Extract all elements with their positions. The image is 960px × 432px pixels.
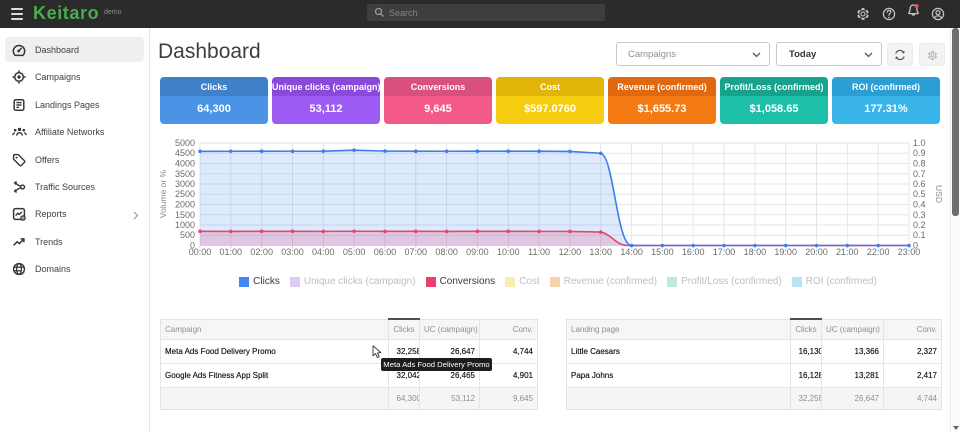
svg-text:3000: 3000 [175,179,195,189]
svg-text:0.3: 0.3 [913,210,926,220]
svg-text:06:00: 06:00 [374,247,397,257]
svg-text:0.5: 0.5 [913,189,926,199]
svg-text:19:00: 19:00 [774,247,797,257]
svg-text:15:00: 15:00 [651,247,674,257]
svg-text:12:00: 12:00 [559,247,582,257]
svg-text:18:00: 18:00 [744,247,767,257]
svg-text:01:00: 01:00 [220,247,243,257]
svg-text:0.6: 0.6 [913,179,926,189]
svg-text:02:00: 02:00 [250,247,273,257]
svg-text:17:00: 17:00 [713,247,736,257]
svg-text:07:00: 07:00 [405,247,428,257]
svg-text:5000: 5000 [175,138,195,148]
svg-text:08:00: 08:00 [435,247,458,257]
svg-text:2500: 2500 [175,189,195,199]
svg-text:1.0: 1.0 [913,138,926,148]
svg-text:23:00: 23:00 [898,247,921,257]
svg-text:0.4: 0.4 [913,200,926,210]
svg-text:4000: 4000 [175,159,195,169]
svg-text:22:00: 22:00 [867,247,890,257]
svg-text:00:00: 00:00 [189,247,212,257]
svg-text:USD: USD [934,185,944,203]
svg-text:20:00: 20:00 [805,247,828,257]
svg-text:0.7: 0.7 [913,169,926,179]
svg-text:0.9: 0.9 [913,148,926,158]
svg-text:11:00: 11:00 [528,247,550,257]
svg-text:14:00: 14:00 [620,247,643,257]
svg-text:09:00: 09:00 [466,247,489,257]
svg-text:500: 500 [180,230,195,240]
svg-text:21:00: 21:00 [836,247,859,257]
svg-text:13:00: 13:00 [589,247,612,257]
svg-text:0.1: 0.1 [913,230,926,240]
svg-text:04:00: 04:00 [312,247,335,257]
svg-text:1000: 1000 [175,220,195,230]
svg-text:0.8: 0.8 [913,159,926,169]
svg-text:Volume or %: Volume or % [158,169,168,218]
svg-text:3500: 3500 [175,169,195,179]
svg-text:03:00: 03:00 [281,247,304,257]
svg-text:10:00: 10:00 [497,247,520,257]
svg-text:2000: 2000 [175,200,195,210]
svg-text:0.2: 0.2 [913,220,926,230]
svg-text:4500: 4500 [175,148,195,158]
svg-text:05:00: 05:00 [343,247,366,257]
svg-text:1500: 1500 [175,210,195,220]
svg-text:16:00: 16:00 [682,247,705,257]
